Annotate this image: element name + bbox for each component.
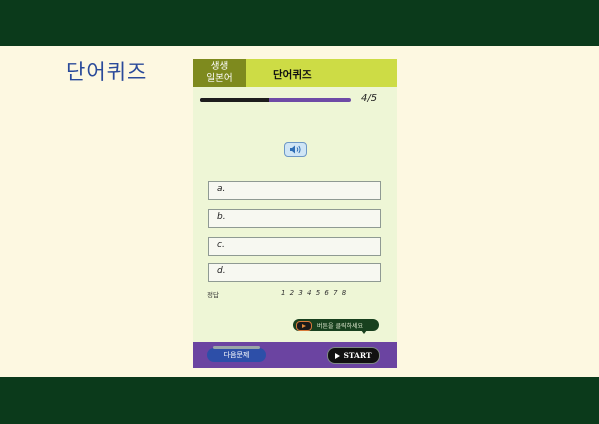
badge-line-2: 일본어 <box>206 73 233 84</box>
bottom-banner <box>0 377 599 424</box>
panel-footer: 다음문제 START <box>193 342 397 368</box>
speaker-icon <box>290 145 301 154</box>
progress-fill <box>200 98 270 102</box>
answer-label: 정답 <box>207 291 219 299</box>
progress-bar <box>200 98 351 102</box>
option-d[interactable]: d. <box>208 263 381 282</box>
option-letter: a. <box>217 184 226 194</box>
play-audio-button[interactable] <box>284 142 307 157</box>
option-letter: c. <box>217 240 225 250</box>
quiz-panel: 생생 일본어 단어퀴즈 4/5 a. b. c. d. 정답 1 2 3 4 5… <box>193 59 397 368</box>
page-heading: 단어퀴즈 <box>66 60 148 84</box>
option-letter: d. <box>217 266 226 276</box>
option-b[interactable]: b. <box>208 209 381 228</box>
option-a[interactable]: a. <box>208 181 381 200</box>
hint-label: 버튼을 클릭하세요 <box>317 323 364 330</box>
start-button[interactable]: START <box>327 347 380 364</box>
start-label: START <box>343 351 372 360</box>
answer-numbers: 1 2 3 4 5 6 7 8 <box>281 289 347 297</box>
course-badge: 생생 일본어 <box>193 59 246 87</box>
play-icon <box>296 321 312 331</box>
panel-header: 생생 일본어 단어퀴즈 <box>193 59 397 87</box>
option-c[interactable]: c. <box>208 237 381 256</box>
play-triangle-icon <box>335 352 341 359</box>
hint-bubble-tail <box>361 330 367 334</box>
question-counter: 4/5 <box>361 93 378 104</box>
badge-line-1: 생생 <box>210 61 229 72</box>
panel-title: 단어퀴즈 <box>273 69 312 81</box>
top-banner <box>0 0 599 46</box>
next-question-button[interactable]: 다음문제 <box>207 346 266 362</box>
option-letter: b. <box>217 212 226 222</box>
